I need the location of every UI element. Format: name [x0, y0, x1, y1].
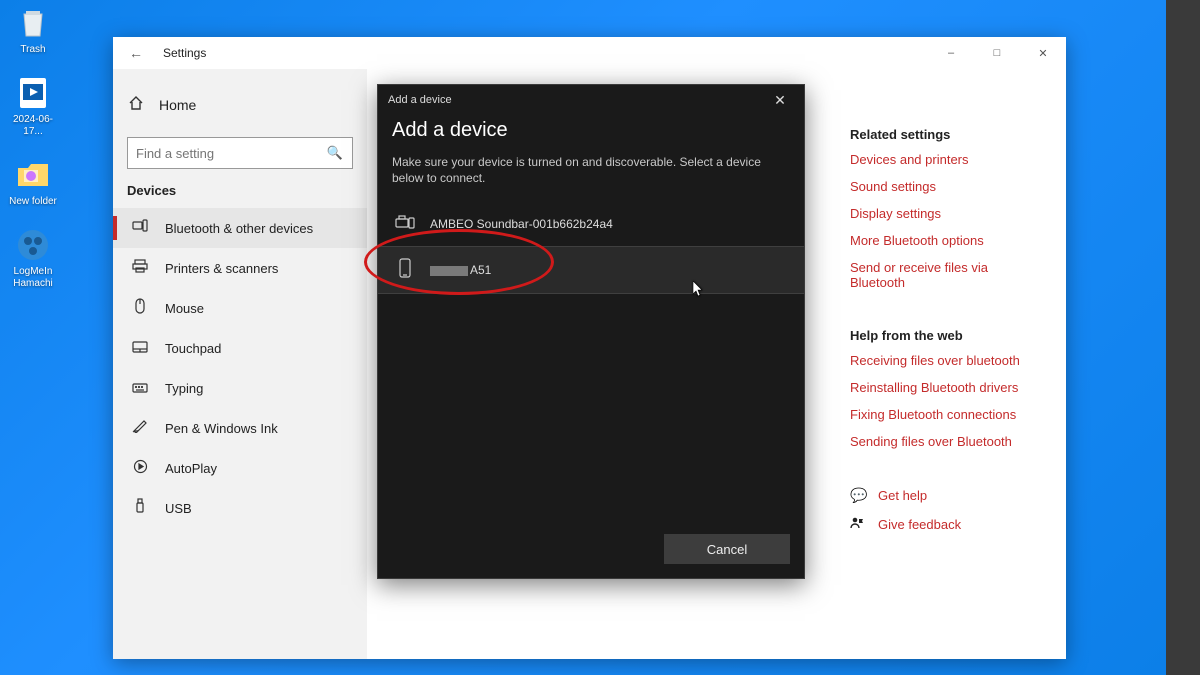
nav-item-label: USB	[165, 501, 192, 516]
modal-titlebar: Add a device ✕	[378, 85, 804, 115]
modal-subtext: Make sure your device is turned on and d…	[392, 154, 790, 186]
nav-item-label: Bluetooth & other devices	[165, 221, 313, 236]
give-feedback-link[interactable]: Give feedback	[850, 516, 1040, 533]
chat-icon: 💬	[850, 487, 866, 504]
nav-printers[interactable]: Printers & scanners	[113, 248, 367, 288]
desktop-icon-hamachi[interactable]: LogMeIn Hamachi	[5, 226, 61, 290]
device-label: AMBEO Soundbar-001b662b24a4	[430, 217, 613, 231]
related-settings-heading: Related settings	[850, 127, 1040, 142]
devices-icon	[131, 219, 149, 237]
nav-home-label: Home	[159, 97, 196, 113]
nav-autoplay[interactable]: AutoPlay	[113, 448, 367, 488]
help-link[interactable]: Receiving files over bluetooth	[850, 353, 1040, 368]
search-icon: 🔍	[327, 145, 343, 161]
get-help-label: Get help	[878, 488, 927, 503]
desktop-icons-column: Trash 2024-06-17... New folder LogMeIn H…	[5, 4, 65, 308]
minimize-button[interactable]: –	[928, 37, 974, 69]
pen-icon	[131, 419, 149, 437]
printer-icon	[131, 259, 149, 277]
trash-icon	[13, 4, 53, 42]
modal-close-button[interactable]: ✕	[766, 92, 794, 109]
nav-item-label: AutoPlay	[165, 461, 217, 476]
maximize-button[interactable]: □	[974, 37, 1020, 69]
desktop-icon-video[interactable]: 2024-06-17...	[5, 74, 61, 138]
speaker-icon	[394, 214, 416, 235]
desktop-icon-label: 2024-06-17...	[5, 114, 61, 138]
device-row-phone[interactable]: A51	[378, 246, 804, 294]
device-row-soundbar[interactable]: AMBEO Soundbar-001b662b24a4	[392, 202, 790, 246]
desktop-icon-folder[interactable]: New folder	[5, 156, 61, 208]
cancel-button[interactable]: Cancel	[664, 534, 790, 564]
help-heading: Help from the web	[850, 328, 1040, 343]
nav-item-label: Printers & scanners	[165, 261, 278, 276]
link-devices-printers[interactable]: Devices and printers	[850, 152, 1040, 167]
help-link[interactable]: Sending files over Bluetooth	[850, 434, 1040, 449]
desktop-icon-label: New folder	[5, 196, 61, 208]
nav-item-label: Pen & Windows Ink	[165, 421, 278, 436]
link-display-settings[interactable]: Display settings	[850, 206, 1040, 221]
nav-usb[interactable]: USB	[113, 488, 367, 528]
help-link[interactable]: Fixing Bluetooth connections	[850, 407, 1040, 422]
nav-item-label: Typing	[165, 381, 203, 396]
desktop-icon-label: LogMeIn Hamachi	[5, 266, 61, 290]
modal-title: Add a device	[388, 94, 452, 106]
link-send-receive-bluetooth[interactable]: Send or receive files via Bluetooth	[850, 260, 1040, 290]
settings-titlebar: ← Settings – □ ✕	[113, 37, 1066, 69]
modal-heading: Add a device	[392, 119, 790, 142]
keyboard-icon	[131, 380, 149, 397]
nav-item-label: Mouse	[165, 301, 204, 316]
nav-home[interactable]: Home	[113, 83, 367, 127]
nav-typing[interactable]: Typing	[113, 368, 367, 408]
nav-touchpad[interactable]: Touchpad	[113, 328, 367, 368]
touchpad-icon	[131, 340, 149, 357]
device-label: A51	[430, 263, 491, 277]
get-help-link[interactable]: 💬 Get help	[850, 487, 1040, 504]
redacted-text	[430, 266, 468, 276]
usb-icon	[131, 498, 149, 518]
settings-window: ← Settings – □ ✕ Home 🔍	[113, 37, 1066, 659]
nav-section-header: Devices	[113, 183, 367, 208]
desktop-icon-label: Trash	[5, 44, 61, 56]
nav-mouse[interactable]: Mouse	[113, 288, 367, 328]
give-feedback-label: Give feedback	[878, 517, 961, 532]
folder-icon	[13, 156, 53, 194]
desktop-icon-trash[interactable]: Trash	[5, 4, 61, 56]
home-icon	[127, 95, 145, 115]
settings-nav-panel: Home 🔍 Devices Bluetooth & other devices	[113, 69, 367, 659]
autoplay-icon	[131, 459, 149, 478]
add-device-modal: Add a device ✕ Add a device Make sure yo…	[377, 84, 805, 579]
search-input[interactable]	[127, 137, 353, 169]
nav-pen[interactable]: Pen & Windows Ink	[113, 408, 367, 448]
back-button[interactable]: ←	[113, 45, 159, 61]
nav-bluetooth[interactable]: Bluetooth & other devices	[113, 208, 367, 248]
close-button[interactable]: ✕	[1020, 37, 1066, 69]
link-sound-settings[interactable]: Sound settings	[850, 179, 1040, 194]
window-title: Settings	[159, 46, 206, 60]
phone-icon	[394, 258, 416, 283]
desktop-wallpaper: Trash 2024-06-17... New folder LogMeIn H…	[0, 0, 1166, 675]
hamachi-icon	[13, 226, 53, 264]
video-file-icon	[13, 74, 53, 112]
nav-item-label: Touchpad	[165, 341, 221, 356]
feedback-icon	[850, 516, 866, 533]
nav-list: Bluetooth & other devices Printers & sca…	[113, 208, 367, 528]
link-more-bluetooth[interactable]: More Bluetooth options	[850, 233, 1040, 248]
mouse-icon	[131, 298, 149, 318]
help-link[interactable]: Reinstalling Bluetooth drivers	[850, 380, 1040, 395]
